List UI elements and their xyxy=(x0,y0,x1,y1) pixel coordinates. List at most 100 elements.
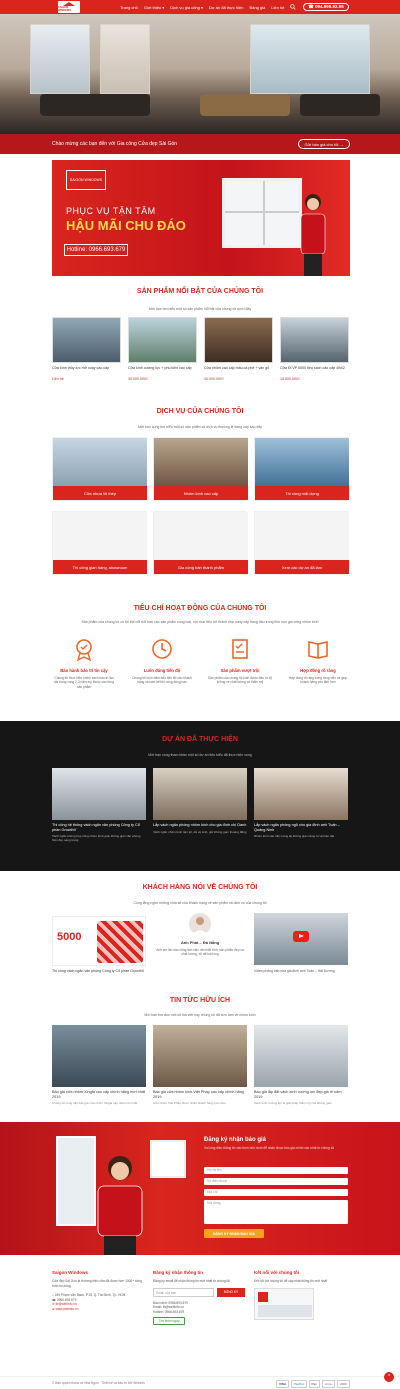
nav-contact[interactable]: Liên hệ xyxy=(271,5,284,10)
criteria-item: Luôn đúng tiến độ Chúng tôi luôn đảm bảo… xyxy=(130,637,194,685)
play-icon xyxy=(299,934,304,938)
footer-link[interactable]: Hotline: 0966.693.679 xyxy=(153,1310,245,1315)
news-image[interactable] xyxy=(153,1025,247,1087)
quote-cta-button[interactable]: Gửi báo giá cho tôi → xyxy=(298,139,350,149)
product-card[interactable]: Cửa nhôm cao cấp màu cà phê + vân gỗ 30.… xyxy=(204,317,273,381)
criteria-subtitle: Sản phẩm của chúng tôi có lợi thế nổi tr… xyxy=(81,620,319,624)
nav-pricing[interactable]: Bảng giá xyxy=(250,5,266,10)
product-name[interactable]: Cửa Đi VP 6000 tiêu sách cao cấp 4lh02 xyxy=(280,366,349,375)
project-card[interactable]: Thi công hệ thống vách ngăn văn phòng Cô… xyxy=(52,768,146,842)
footer-more-button[interactable]: Tìm kiếm ngay xyxy=(153,1317,185,1325)
paypal-icon: PayPal xyxy=(291,1380,307,1388)
banner-line-1: PHỤC VỤ TẬN TÂM xyxy=(66,206,156,216)
product-price: 15.000.000₫ xyxy=(280,377,300,381)
service-label[interactable]: Gia công bán thành phẩm xyxy=(154,560,248,574)
news-name[interactable]: Báo giá cửa nhôm kính Việt Pháp cao cấp … xyxy=(153,1090,247,1099)
project-name[interactable]: Lắp vách ngăn phòng nhôm kính cho gia đì… xyxy=(153,823,247,828)
project-image[interactable] xyxy=(52,768,146,820)
project-image[interactable] xyxy=(153,768,247,820)
nav-about[interactable]: Giới thiệu ▾ xyxy=(144,5,164,10)
news-card[interactable]: Báo giá cửa nhôm kính Việt Pháp cao cấp … xyxy=(153,1025,247,1105)
product-image[interactable] xyxy=(204,317,273,363)
news-image[interactable] xyxy=(52,1025,146,1087)
social-page-widget[interactable] xyxy=(254,1287,314,1320)
subscribe-button[interactable]: ĐĂNG KÝ xyxy=(217,1287,245,1297)
submit-quote-button[interactable]: ĐĂNG KÝ NHẬN BÁO GIÁ xyxy=(204,1229,264,1238)
customer-quote: Anh em lần nào cũng làm việc rất nhiệt t… xyxy=(156,948,244,957)
service-label[interactable]: Nhôm kính cao cấp xyxy=(154,486,248,500)
testimonial-collage[interactable]: 5000 xyxy=(52,916,146,966)
footer-connect-text: Kết nối với chúng tôi để cập nhật thông … xyxy=(254,1279,328,1283)
service-label[interactable]: Thi công gian hàng, showroom xyxy=(53,560,147,574)
newsletter-email-input[interactable]: Email của bạn xyxy=(153,1287,214,1297)
product-name[interactable]: Cửa kính thủy lực mở xoay cao cấp xyxy=(52,366,121,375)
video-caption: Video phỏng vấn nhà gia đình anh Tuấn – … xyxy=(254,969,335,973)
promo-banner[interactable]: SAIGON WINDOWS PHỤC VỤ TẬN TÂM HẬU MÃI C… xyxy=(52,160,350,276)
news-desc: Cửa nhôm Việt Pháp được nhiều khách hàng… xyxy=(153,1101,226,1106)
customer-name: Anh Phát – Đà Nẵng xyxy=(180,940,220,945)
product-name[interactable]: Cửa kính cường lực + phụ kiện cao cấp xyxy=(128,366,197,375)
criteria-item: Sản phẩm vượt trội Sản phẩm của chúng tô… xyxy=(208,637,272,685)
logo-text: SAIGON WINDOWS xyxy=(58,6,72,12)
product-image[interactable] xyxy=(128,317,197,363)
news-name[interactable]: Báo giá cửa nhôm Xingfa cao cấp chính hã… xyxy=(52,1090,146,1099)
window-frame-image xyxy=(222,178,302,248)
service-card[interactable]: Thi công gian hàng, showroom xyxy=(52,511,147,575)
message-field[interactable]: Nội dung xyxy=(204,1200,348,1224)
clock-icon xyxy=(152,639,172,659)
project-name[interactable]: Lắp vách ngăn phòng ngủ cho gia đình anh… xyxy=(254,823,348,832)
collage-caption: Thi công vách ngăn văn phòng Công ty Cổ … xyxy=(52,969,145,973)
product-name[interactable]: Cửa nhôm cao cấp màu cà phê + vân gỗ xyxy=(204,366,273,375)
hotline-button[interactable]: ☎ 094.999.92.95 xyxy=(303,3,349,11)
nav-services[interactable]: Dịch vụ gia công ▾ xyxy=(170,5,203,10)
quote-form-subtitle: Vui lòng điền thông tin vào form bên dướ… xyxy=(204,1146,335,1150)
project-name[interactable]: Thi công hệ thống vách ngăn văn phòng Cô… xyxy=(52,823,146,832)
name-field[interactable]: Họ và tên xyxy=(204,1167,348,1174)
service-card[interactable]: Cửa nhựa lõi thép xyxy=(52,437,147,501)
criteria-name: Sản phẩm vượt trội xyxy=(220,668,260,673)
stripe-icon: stripe xyxy=(321,1380,336,1388)
service-card[interactable]: Nhôm kính cao cấp xyxy=(153,437,248,501)
service-label[interactable]: Cửa nhựa lõi thép xyxy=(53,486,147,500)
product-card[interactable]: Cửa kính cường lực + phụ kiện cao cấp 30… xyxy=(128,317,197,381)
hero-welcome-bar: Chào mừng các bạn đến với Gia công Cửa đ… xyxy=(0,134,400,154)
nav-home[interactable]: Trang chủ xyxy=(120,5,138,10)
service-card[interactable]: Xem các dự án đã làm xyxy=(254,511,349,575)
product-image[interactable] xyxy=(52,317,121,363)
service-label[interactable]: Thi công mặt dựng xyxy=(255,486,349,500)
criteria-desc: Chúng tôi luôn đảm bảo tiến độ cho khách… xyxy=(132,676,192,685)
brochure-image xyxy=(150,1140,186,1178)
service-card[interactable]: Gia công bán thành phẩm xyxy=(153,511,248,575)
back-to-top-button[interactable]: ^ xyxy=(384,1372,394,1382)
pay-icon: Pay xyxy=(308,1380,320,1388)
address-field[interactable]: Địa chỉ xyxy=(204,1189,348,1196)
product-card[interactable]: Cửa Đi VP 6000 tiêu sách cao cấp 4lh02 1… xyxy=(280,317,349,381)
footer-about: Saigon Windows Cửa đẹp Sài Gòn là thương… xyxy=(52,1270,144,1311)
checklist-icon xyxy=(232,639,248,659)
search-icon[interactable] xyxy=(290,4,296,10)
project-desc: Vách ngăn phòng họp cũng nhôm kính giúp … xyxy=(52,834,141,843)
product-image[interactable] xyxy=(280,317,349,363)
service-label[interactable]: Xem các dự án đã làm xyxy=(255,560,349,574)
video-player[interactable] xyxy=(254,913,348,965)
news-name[interactable]: Báo giá lắp đặt vách kính cường lực đẹp … xyxy=(254,1090,348,1099)
play-button[interactable] xyxy=(293,931,309,942)
service-card[interactable]: Thi công mặt dựng xyxy=(254,437,349,501)
projects-title: DỰ ÁN ĐÃ THỰC HIỆN xyxy=(162,736,238,743)
project-card[interactable]: Lắp vách ngăn phòng ngủ cho gia đình anh… xyxy=(254,768,348,838)
criteria-desc: Hợp đồng rõ ràng trong từng việc và giúp… xyxy=(288,676,348,685)
site-logo[interactable]: SAIGON WINDOWS xyxy=(58,1,80,13)
project-image[interactable] xyxy=(254,768,348,820)
phone-field[interactable]: Số điện thoại xyxy=(204,1178,348,1185)
news-image[interactable] xyxy=(254,1025,348,1087)
news-card[interactable]: Báo giá lắp đặt vách kính cường lực đẹp … xyxy=(254,1025,348,1105)
product-card[interactable]: Cửa kính thủy lực mở xoay cao cấp Liên h… xyxy=(52,317,121,381)
footer-web[interactable]: ⊕ www.webinfo.vn xyxy=(52,1307,144,1312)
hero-image xyxy=(0,14,400,134)
news-subtitle: Mời bạn tìm đọc một số bài viết hay chún… xyxy=(144,1013,256,1017)
news-card[interactable]: Báo giá cửa nhôm Xingfa cao cấp chính hã… xyxy=(52,1025,146,1105)
footer-about-title: Saigon Windows xyxy=(52,1270,88,1275)
nav-projects[interactable]: Dự án đã thực hiện xyxy=(209,5,244,10)
project-card[interactable]: Lắp vách ngăn phòng nhôm kính cho gia đì… xyxy=(153,768,247,834)
staff-photo xyxy=(97,1156,143,1255)
